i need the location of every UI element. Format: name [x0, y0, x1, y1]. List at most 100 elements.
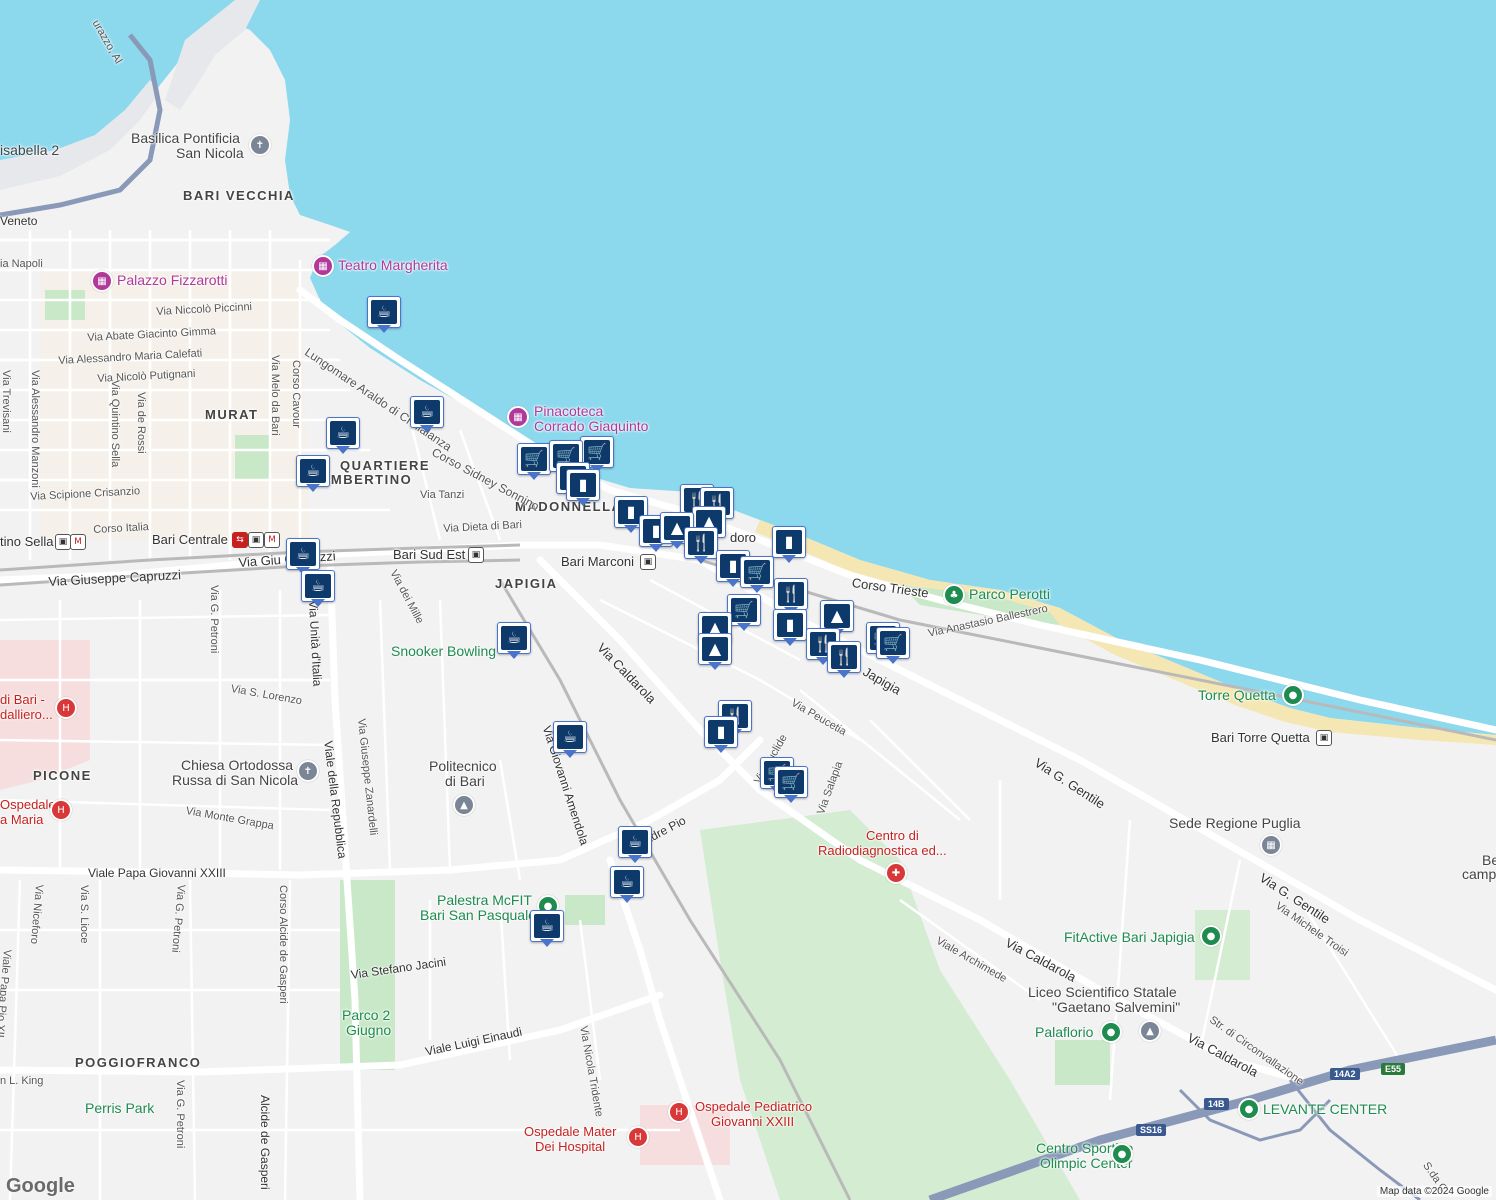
station-bari-centrale[interactable]: Bari Centrale [152, 532, 228, 547]
metro-icon[interactable]: M [264, 532, 280, 548]
hospital-icon[interactable]: H [55, 697, 77, 719]
poi-politecnico-line2: di Bari [445, 773, 485, 789]
marker-restaurant[interactable]: 🍴 [684, 527, 718, 567]
marker-restaurant[interactable]: 🍴 [827, 641, 861, 681]
cart-icon: 🛒 [744, 560, 770, 584]
street-gasperi-2: Alcide de Gasperi [258, 1095, 272, 1190]
station-partial-label[interactable]: doro [730, 530, 756, 545]
museum-icon[interactable]: ▦ [507, 406, 529, 428]
train-icon[interactable]: ▣ [55, 534, 71, 550]
marker-shop[interactable]: ▮ [566, 469, 600, 509]
government-icon[interactable]: ▦ [1260, 834, 1282, 856]
cart-icon: 🛒 [880, 631, 906, 655]
bag-icon: ▮ [708, 720, 734, 744]
landmark-icon[interactable]: ● [1282, 684, 1304, 706]
google-logo[interactable]: Google [6, 1175, 75, 1198]
hospital-icon[interactable]: H [668, 1101, 690, 1123]
marker-grocery[interactable]: 🛒 [774, 766, 808, 806]
poi-pinacoteca-line2[interactable]: Corrado Giaquinto [534, 418, 648, 434]
poi-mater-dei-line2[interactable]: Dei Hospital [535, 1139, 605, 1154]
marker-school[interactable]: ▲ [698, 633, 732, 673]
marker-cafe[interactable]: ☕ [410, 396, 444, 436]
train-icon[interactable]: ⇆ [232, 532, 248, 548]
station-bari-marconi[interactable]: Bari Marconi [561, 554, 634, 569]
fork-knife-icon: 🍴 [778, 582, 804, 606]
street-lioce: Via S. Lioce [78, 885, 90, 944]
theater-icon[interactable]: ▦ [312, 255, 334, 277]
poi-pinacoteca-line1[interactable]: Pinacoteca [534, 403, 603, 419]
stadium-icon[interactable]: ● [1111, 1143, 1133, 1165]
park-icon[interactable]: ♣ [943, 584, 965, 606]
palace-icon[interactable]: ▦ [91, 270, 113, 292]
poi-osp-maria-line1[interactable]: Ospedale [0, 797, 56, 812]
poi-palestra-line2[interactable]: Bari San Pasquale [420, 907, 536, 923]
station-sella[interactable]: tino Sella [0, 534, 53, 549]
poi-levante-center[interactable]: LEVANTE CENTER [1263, 1101, 1387, 1117]
marker-grocery[interactable]: 🛒 [876, 627, 910, 667]
cup-icon: ☕ [290, 542, 316, 566]
train-icon[interactable]: ▣ [248, 532, 264, 548]
church-icon[interactable]: ✝ [297, 760, 319, 782]
metro-icon[interactable]: M [70, 534, 86, 550]
district-murat: MURAT [205, 407, 259, 422]
poi-snooker[interactable]: Snooker Bowling [391, 643, 496, 659]
district-quartiere: QUARTIERE [340, 458, 431, 473]
poi-mater-dei-line1[interactable]: Ospedale Mater [524, 1124, 617, 1139]
marker-grocery[interactable]: 🛒 [740, 556, 774, 596]
marker-shop[interactable]: ▮ [772, 526, 806, 566]
poi-osp-bari-line1[interactable]: di Bari - [0, 692, 45, 707]
marker-shop[interactable]: ▮ [704, 716, 738, 756]
poi-pediatrico-line1[interactable]: Ospedale Pediatrico [695, 1099, 812, 1114]
school-icon[interactable]: ▲ [1139, 1020, 1161, 1042]
map-canvas[interactable]: BARI VECCHIA MURAT QUARTIERE UMBERTINO M… [0, 0, 1496, 1200]
school-icon[interactable]: ▲ [453, 794, 475, 816]
hospital-icon[interactable]: H [627, 1126, 649, 1148]
station-bari-sud-est[interactable]: Bari Sud Est [393, 547, 465, 562]
hospital-icon[interactable]: ✚ [885, 862, 907, 884]
poi-torre-quetta[interactable]: Torre Quetta [1198, 687, 1276, 703]
map-attribution[interactable]: Map data ©2024 Google [1376, 1186, 1492, 1197]
marker-cafe[interactable]: ☕ [530, 910, 564, 950]
poi-parco2giugno-line2[interactable]: Giugno [346, 1022, 391, 1038]
poi-radio-line1[interactable]: Centro di [866, 828, 919, 843]
train-icon[interactable]: ▣ [1316, 730, 1332, 746]
cup-icon: ☕ [501, 626, 527, 650]
poi-osp-bari-line2[interactable]: dalliero... [0, 707, 53, 722]
street-veneto: Veneto [0, 214, 38, 228]
fork-knife-icon: 🍴 [688, 531, 714, 555]
poi-palaflorio[interactable]: Palaflorio [1035, 1024, 1093, 1040]
marker-grocery[interactable]: 🛒 [727, 594, 761, 634]
marker-cafe[interactable]: ☕ [618, 826, 652, 866]
marker-cafe[interactable]: ☕ [497, 622, 531, 662]
marker-grocery[interactable]: 🛒 [517, 443, 551, 483]
marker-shop[interactable]: ▮ [773, 609, 807, 649]
poi-palestra-line1[interactable]: Palestra McFIT [437, 892, 532, 908]
cup-icon: ☕ [414, 400, 440, 424]
poi-radio-line2[interactable]: Radiodiagnostica ed... [818, 843, 947, 858]
marker-cafe[interactable]: ☕ [553, 721, 587, 761]
gym-icon[interactable]: ● [1200, 925, 1222, 947]
stadium-icon[interactable]: ● [1100, 1021, 1122, 1043]
poi-parco-perotti[interactable]: Parco Perotti [969, 586, 1050, 602]
cart-icon: 🛒 [731, 598, 757, 622]
station-torre-quetta[interactable]: Bari Torre Quetta [1211, 730, 1310, 745]
poi-fitactive[interactable]: FitActive Bari Japigia [1064, 929, 1195, 945]
church-icon[interactable]: ✝ [249, 134, 271, 156]
marker-cafe[interactable]: ☕ [326, 417, 360, 457]
train-icon[interactable]: ▣ [468, 547, 484, 563]
cup-icon: ☕ [330, 421, 356, 445]
marker-cafe[interactable]: ☕ [610, 866, 644, 906]
poi-palazzo[interactable]: Palazzo Fizzarotti [117, 272, 227, 288]
marker-cafe[interactable]: ☕ [296, 455, 330, 495]
train-icon[interactable]: ▣ [640, 554, 656, 570]
poi-parco2giugno-line1[interactable]: Parco 2 [342, 1007, 390, 1023]
marker-cafe[interactable]: ☕ [301, 570, 335, 610]
shopping-icon[interactable]: ● [1238, 1098, 1260, 1120]
school-icon: ▲ [702, 637, 728, 661]
poi-perris-park[interactable]: Perris Park [85, 1100, 154, 1116]
poi-osp-maria-line2[interactable]: a Maria [0, 812, 43, 827]
hospital-icon[interactable]: H [50, 799, 72, 821]
marker-cafe[interactable]: ☕ [367, 296, 401, 336]
poi-pediatrico-line2[interactable]: Giovanni XXIII [711, 1114, 794, 1129]
poi-teatro[interactable]: Teatro Margherita [338, 257, 448, 273]
